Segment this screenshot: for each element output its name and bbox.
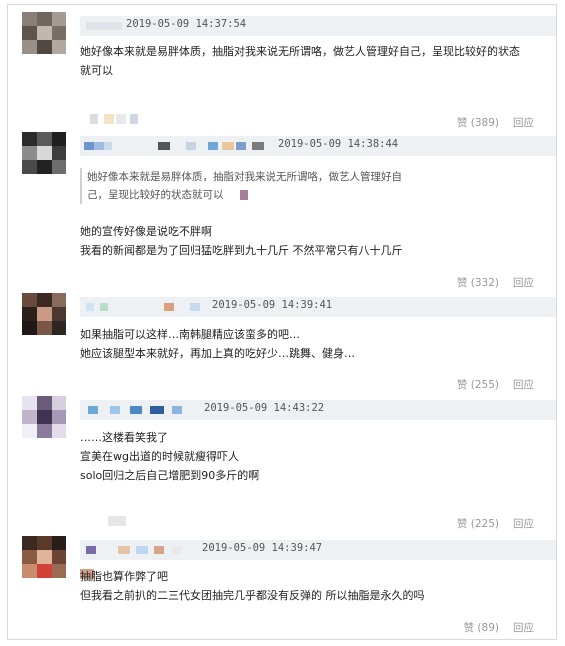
avatar[interactable] — [22, 12, 66, 54]
comment-line: 抽脂也算作弊了吧 — [80, 570, 168, 583]
mosaic-block — [90, 114, 150, 124]
username-mosaic[interactable] — [86, 546, 96, 554]
avatar[interactable] — [22, 293, 66, 335]
like-button[interactable]: 赞 (389) — [457, 115, 499, 130]
timestamp: 2019-05-09 14:39:41 — [212, 299, 333, 311]
quote-line: 她好像本来就是易胖体质，抽脂对我来说无所谓咯，做艺人管理好自 — [87, 171, 402, 183]
reply-button[interactable]: 回应 — [513, 275, 534, 290]
comment-text: 抽脂也算作弊了吧 但我看之前扒的二三代女团抽完几乎都没有反弹的 所以抽脂是永久的… — [80, 567, 425, 605]
reply-button[interactable]: 回应 — [513, 620, 534, 635]
comment-item: 2019-05-09 14:39:47 抽脂也算作弊了吧 但我看之前扒的二三代女… — [22, 536, 556, 638]
comment-text: 她好像本来就是易胖体质，抽脂对我来说无所谓咯，做艺人管理好自己，呈现比较好的状态… — [80, 42, 520, 80]
username-mosaic[interactable] — [88, 406, 98, 414]
timestamp: 2019-05-09 14:43:22 — [204, 402, 325, 414]
like-button[interactable]: 赞 (255) — [457, 377, 499, 392]
like-button[interactable]: 赞 (89) — [464, 620, 499, 635]
comment-header: 2019-05-09 14:43:22 — [80, 400, 556, 420]
username-mosaic[interactable] — [86, 22, 122, 30]
comment-text: ……这楼看笑我了 宣美在wg出道的时候就瘦得吓人 solo回归之后自己增肥到90… — [80, 428, 259, 485]
comment-line: 她应该腿型本来就好，再加上真的吃好少…跳舞、健身… — [80, 347, 355, 360]
like-button[interactable]: 赞 (225) — [457, 516, 499, 531]
comment-line: ……这楼看笑我了 — [80, 431, 168, 444]
timestamp: 2019-05-09 14:39:47 — [202, 542, 323, 554]
mosaic-block — [240, 190, 248, 200]
username-mosaic[interactable] — [86, 303, 94, 311]
mosaic-block — [108, 516, 126, 526]
comment-actions: 赞 (89) 回应 — [464, 620, 534, 635]
username-mosaic[interactable] — [84, 142, 94, 150]
comment-actions: 赞 (389) 回应 — [457, 115, 534, 130]
comment-actions: 赞 (255) 回应 — [457, 377, 534, 392]
comment-text: 如果抽脂可以这样…南韩腿精应该蛮多的吧… 她应该腿型本来就好，再加上真的吃好少…… — [80, 325, 355, 363]
comment-line: 但我看之前扒的二三代女团抽完几乎都没有反弹的 所以抽脂是永久的吗 — [80, 589, 425, 602]
comment-item: 2019-05-09 14:43:22 ……这楼看笑我了 宣美在wg出道的时候就… — [22, 396, 556, 532]
comment-actions: 赞 (225) 回应 — [457, 516, 534, 531]
comment-header: 2019-05-09 14:38:44 — [80, 136, 556, 156]
comment-header: 2019-05-09 14:39:47 — [80, 540, 556, 560]
avatar[interactable] — [22, 396, 66, 438]
like-button[interactable]: 赞 (332) — [457, 275, 499, 290]
comment-header: 2019-05-09 14:37:54 — [80, 16, 556, 36]
comment-line: 就可以 — [80, 64, 113, 77]
reply-button[interactable]: 回应 — [513, 516, 534, 531]
comment-line: 宣美在wg出道的时候就瘦得吓人 — [80, 450, 239, 463]
reply-button[interactable]: 回应 — [513, 377, 534, 392]
comment-header: 2019-05-09 14:39:41 — [80, 297, 556, 317]
comment-actions: 赞 (332) 回应 — [457, 275, 534, 290]
comment-line: solo回归之后自己增肥到90多斤的啊 — [80, 469, 260, 482]
comment-line: 如果抽脂可以这样…南韩腿精应该蛮多的吧… — [80, 328, 300, 341]
timestamp: 2019-05-09 14:37:54 — [126, 18, 247, 30]
comment-line: 她的宣传好像是说吃不胖啊 — [80, 225, 212, 238]
comment-text: 她的宣传好像是说吃不胖啊 我看的新闻都是为了回归猛吃胖到九十几斤 不然平常只有八… — [80, 222, 403, 260]
comment-item: 2019-05-09 14:38:44 她好像本来就是易胖体质，抽脂对我来说无所… — [22, 132, 556, 292]
comment-line: 她好像本来就是易胖体质，抽脂对我来说无所谓咯，做艺人管理好自己，呈现比较好的状态 — [80, 45, 520, 58]
timestamp: 2019-05-09 14:38:44 — [278, 138, 399, 150]
reply-button[interactable]: 回应 — [513, 115, 534, 130]
avatar[interactable] — [22, 132, 66, 174]
comment-item: 2019-05-09 14:39:41 如果抽脂可以这样…南韩腿精应该蛮多的吧…… — [22, 293, 556, 395]
comment-item: 2019-05-09 14:37:54 她好像本来就是易胖体质，抽脂对我来说无所… — [22, 12, 556, 130]
comment-line: 我看的新闻都是为了回归猛吃胖到九十几斤 不然平常只有八十几斤 — [80, 244, 403, 257]
avatar[interactable] — [22, 536, 66, 578]
